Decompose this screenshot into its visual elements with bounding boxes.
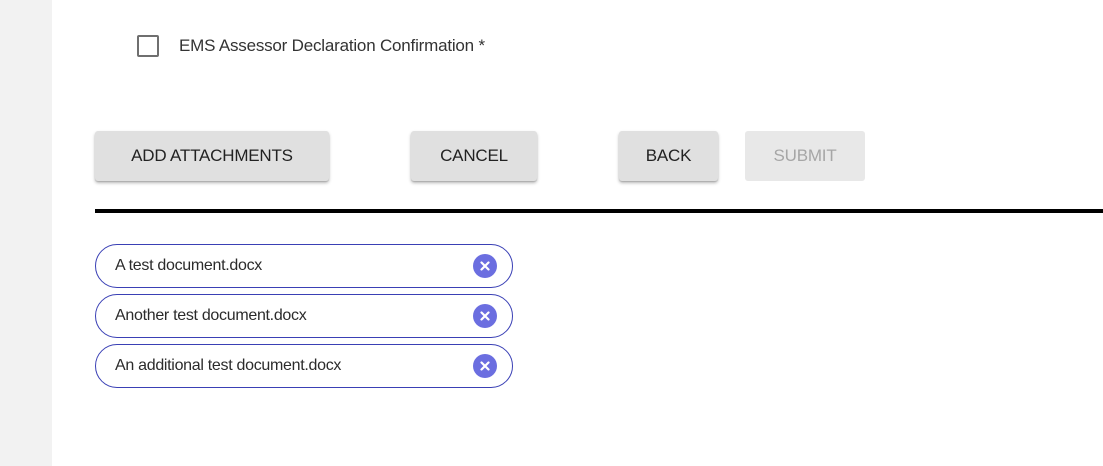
submit-button[interactable]: SUBMIT — [745, 131, 865, 181]
attachment-chip: An additional test document.docx — [95, 344, 513, 388]
back-button[interactable]: BACK — [619, 131, 718, 181]
declaration-label: EMS Assessor Declaration Confirmation * — [179, 36, 485, 56]
attachment-list: A test document.docx Another test docume… — [95, 244, 513, 394]
add-attachments-button[interactable]: ADD ATTACHMENTS — [95, 131, 329, 181]
close-circle-icon[interactable] — [473, 354, 497, 378]
declaration-row: EMS Assessor Declaration Confirmation * — [137, 35, 485, 57]
declaration-checkbox[interactable] — [137, 35, 159, 57]
required-marker: * — [478, 36, 485, 55]
declaration-label-text: EMS Assessor Declaration Confirmation — [179, 36, 474, 55]
attachment-name: An additional test document.docx — [115, 357, 342, 374]
left-rail — [0, 0, 52, 466]
attachment-chip: Another test document.docx — [95, 294, 513, 338]
attachment-name: A test document.docx — [115, 257, 262, 274]
attachment-chip: A test document.docx — [95, 244, 513, 288]
attachment-name: Another test document.docx — [115, 307, 307, 324]
close-circle-icon[interactable] — [473, 304, 497, 328]
close-circle-icon[interactable] — [473, 254, 497, 278]
section-divider — [95, 209, 1103, 213]
cancel-button[interactable]: CANCEL — [411, 131, 537, 181]
